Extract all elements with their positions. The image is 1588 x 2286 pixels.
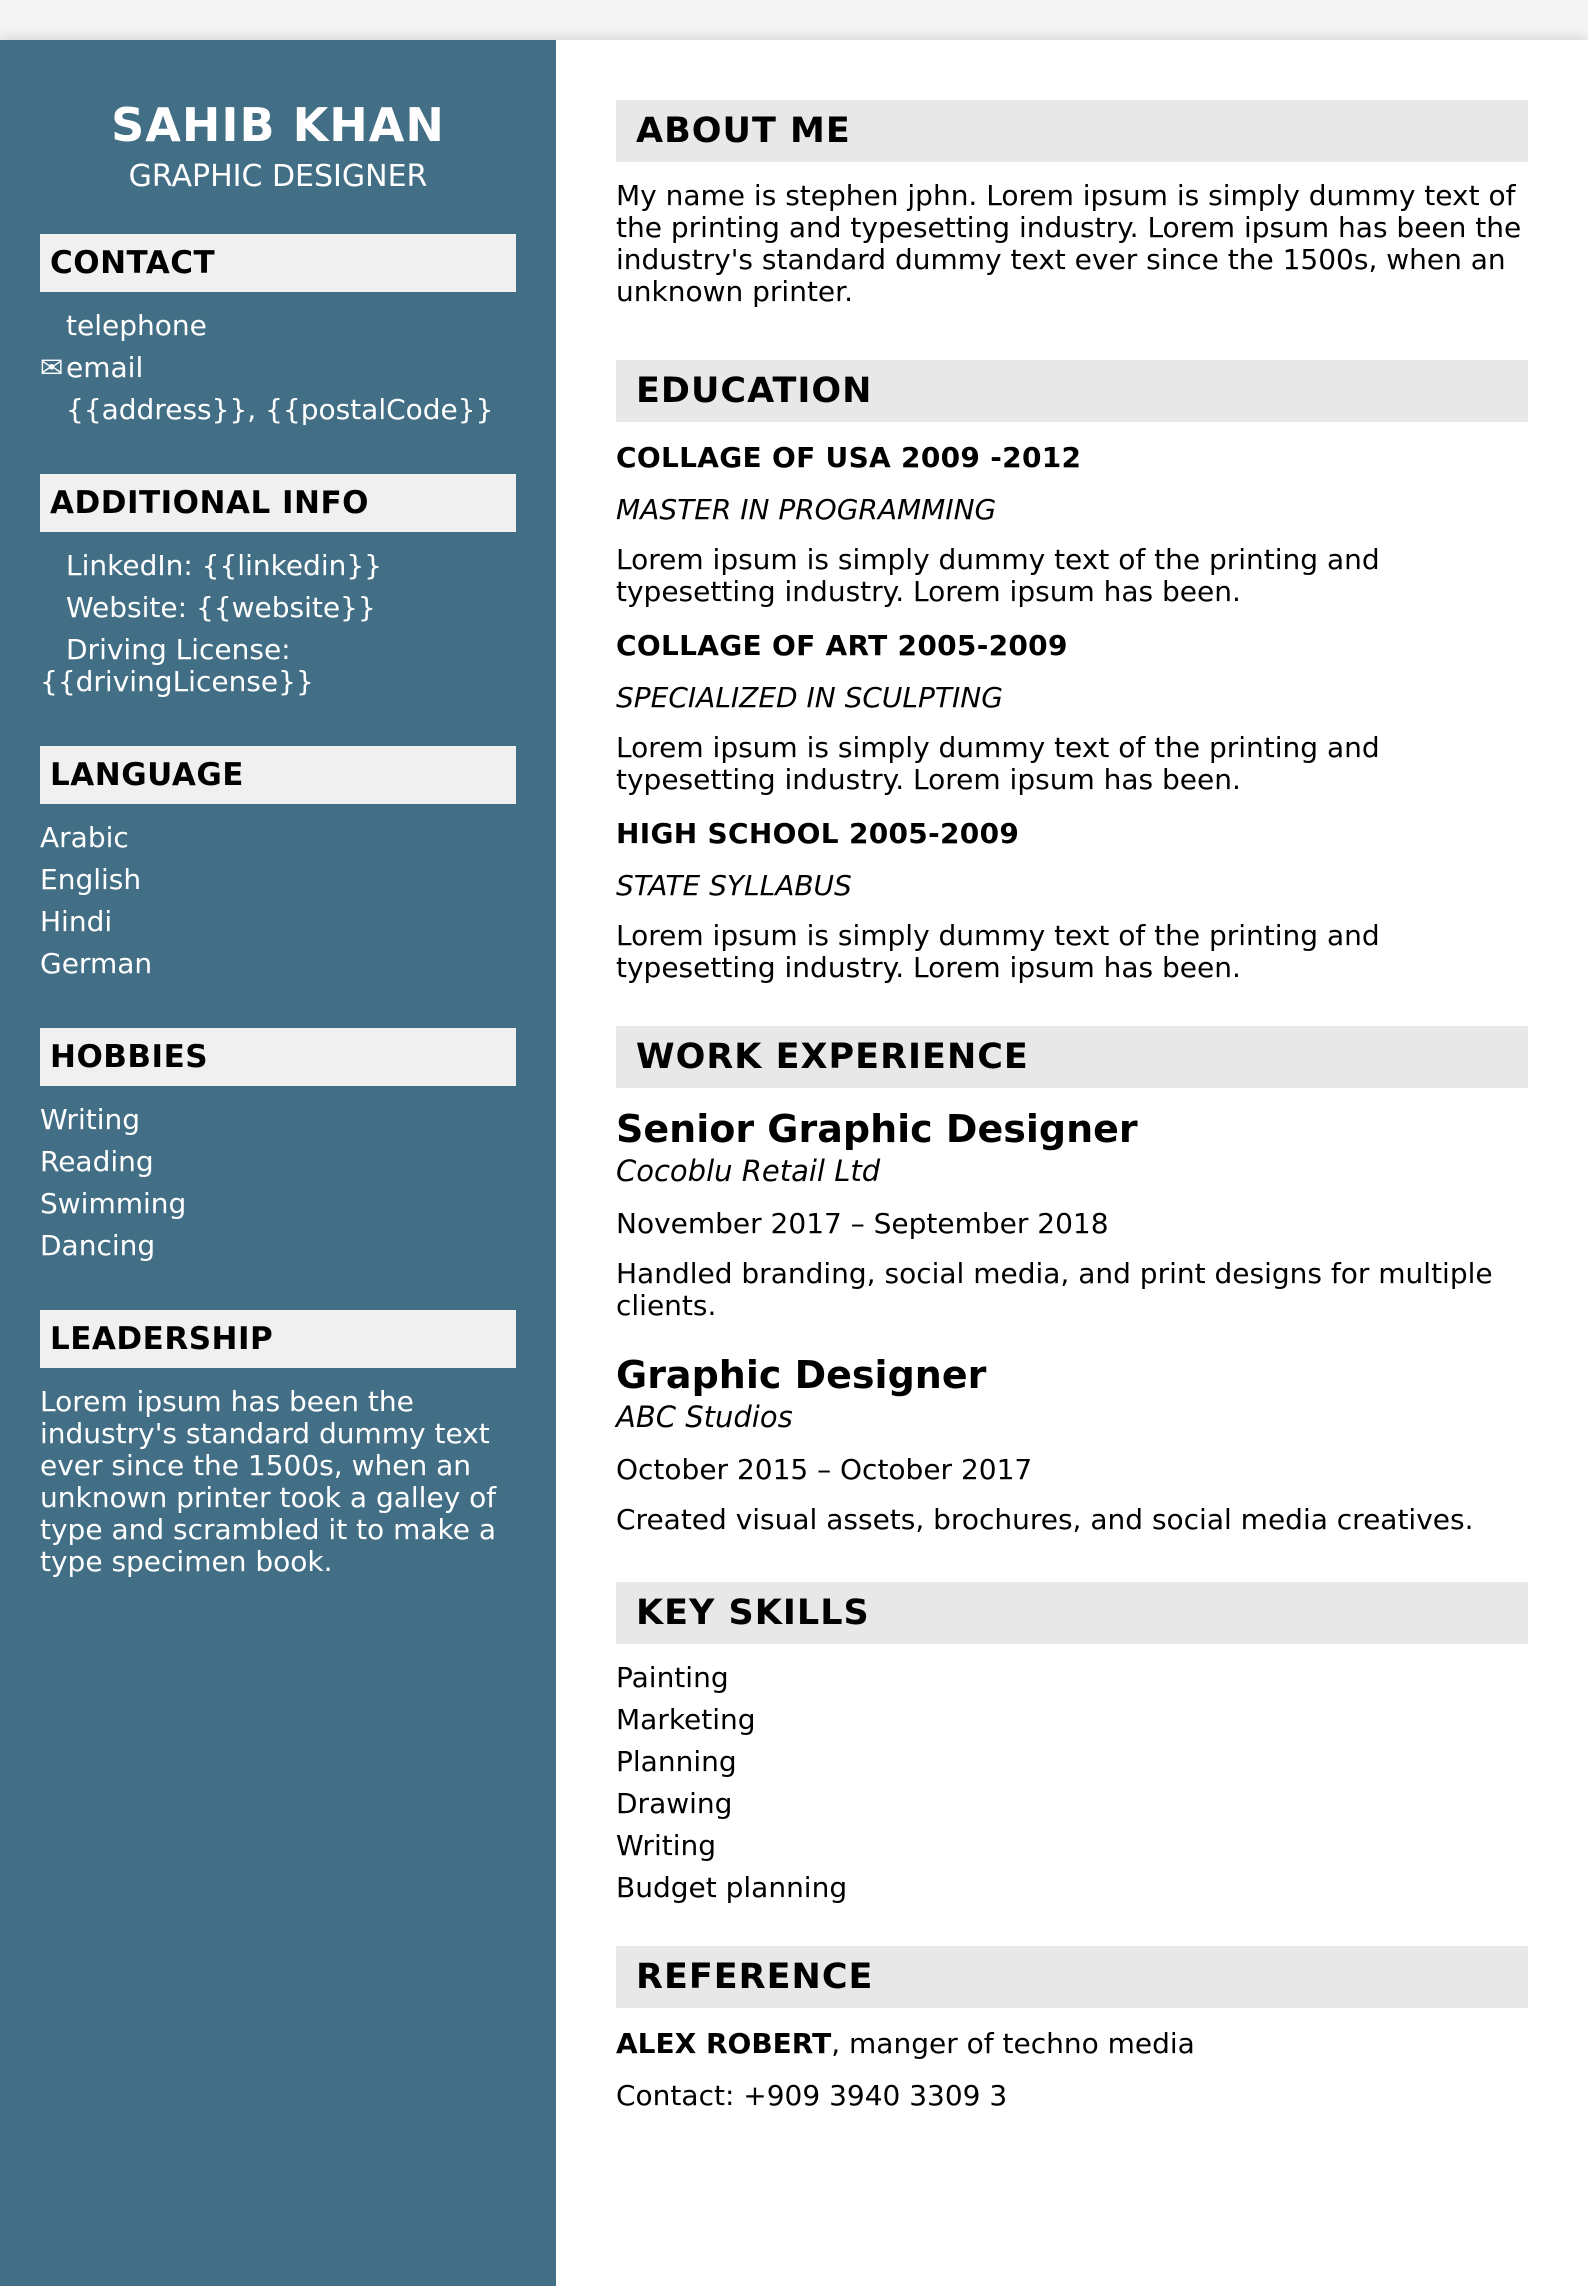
contact-phone: telephone [40,308,516,342]
list-item: Hindi [40,904,113,938]
list-item: Reading [40,1144,154,1178]
about-heading: ABOUT ME [616,100,1528,162]
education-description: Lorem ipsum is simply dummy text of the … [616,919,1380,984]
education-entry: HIGH SCHOOL 2005-2009 STATE SYLLABUS Lor… [616,816,1528,984]
language-list: Arabic English Hindi German [40,820,516,980]
additional-info-heading: ADDITIONAL INFO [40,473,516,532]
reference-heading: REFERENCE [616,1946,1528,2008]
linkedin-text: LinkedIn: {{linkedin}} [66,548,382,582]
sidebar: SAHIB KHAN GRAPHIC DESIGNER CONTACT tele… [0,40,556,2286]
education-title: COLLAGE OF ART 2005-2009 [616,629,1068,662]
additional-website: Website: {{website}} [40,590,516,624]
job-company: Cocoblu Retail Ltd [616,1154,881,1188]
language-heading: LANGUAGE [40,745,516,804]
education-description: Lorem ipsum is simply dummy text of the … [616,543,1380,608]
reference-person: ALEX ROBERT, manger of techno media [616,2026,1528,2062]
education-subtitle: SPECIALIZED IN SCULPTING [616,681,1003,714]
additional-linkedin: LinkedIn: {{linkedin}} [40,548,516,582]
job-company: ABC Studios [616,1400,793,1434]
website-text: Website: {{website}} [66,590,376,624]
additional-driving-license: Driving License: {{drivingLicense}} [40,632,516,698]
list-item: Dancing [40,1228,156,1262]
education-subtitle: MASTER IN PROGRAMMING [616,493,997,526]
reference-contact: Contact: +909 3940 3309 3 [616,2079,1008,2112]
resume-page: SAHIB KHAN GRAPHIC DESIGNER CONTACT tele… [0,40,1588,2286]
key-skills-heading: KEY SKILLS [616,1582,1528,1644]
leadership-text: Lorem ipsum has been the industry's stan… [40,1384,497,1578]
skills-list: Painting Marketing Planning Drawing Writ… [616,1662,1528,1904]
contact-email-text: email [66,350,144,384]
list-item: Writing [40,1102,140,1136]
list-item: Budget planning [616,1871,848,1904]
list-item: English [40,862,142,896]
hobbies-list: Writing Reading Swimming Dancing [40,1102,516,1262]
additional-info-list: LinkedIn: {{linkedin}} Website: {{websit… [40,548,516,698]
list-item: Arabic [40,820,129,854]
contact-phone-text: telephone [66,308,207,342]
contact-address-text: {{address}}, {{postalCode}} [66,392,494,426]
education-subtitle: STATE SYLLABUS [616,869,852,902]
list-item: Planning [616,1745,737,1778]
education-entry: COLLAGE OF ART 2005-2009 SPECIALIZED IN … [616,628,1528,796]
candidate-role: GRAPHIC DESIGNER [128,158,428,194]
job-entry: Graphic Designer ABC Studios October 201… [616,1352,1528,1536]
job-title: Graphic Designer [616,1353,987,1397]
job-description: Created visual assets, brochures, and so… [616,1503,1474,1536]
list-item: Swimming [40,1186,187,1220]
list-item: German [40,946,153,980]
job-dates: October 2015 – October 2017 [616,1453,1033,1486]
list-item: Marketing [616,1703,756,1736]
contact-list: telephone ✉email {{address}}, {{postalCo… [40,308,516,426]
email-icon: ✉ [40,350,64,384]
reference-position: , manger of techno media [831,2027,1195,2060]
leadership-heading: LEADERSHIP [40,1309,516,1368]
list-item: Drawing [616,1787,733,1820]
hobbies-heading: HOBBIES [40,1027,516,1086]
about-text: My name is stephen jphn. Lorem ipsum is … [616,179,1522,308]
list-item: Writing [616,1829,716,1862]
work-experience-heading: WORK EXPERIENCE [616,1026,1528,1088]
main-content: ABOUT ME My name is stephen jphn. Lorem … [556,40,1588,2286]
reference-name: ALEX ROBERT [616,2027,832,2060]
education-title: COLLAGE OF USA 2009 -2012 [616,441,1082,474]
job-dates: November 2017 – September 2018 [616,1207,1109,1240]
contact-address: {{address}}, {{postalCode}} [40,392,516,426]
contact-heading: CONTACT [40,233,516,292]
job-entry: Senior Graphic Designer Cocoblu Retail L… [616,1106,1528,1322]
education-title: HIGH SCHOOL 2005-2009 [616,817,1020,850]
driving-license-text: Driving License: {{drivingLicense}} [40,632,314,698]
candidate-name: SAHIB KHAN [111,98,445,152]
education-description: Lorem ipsum is simply dummy text of the … [616,731,1380,796]
job-description: Handled branding, social media, and prin… [616,1257,1493,1322]
job-title: Senior Graphic Designer [616,1107,1138,1151]
education-entry: COLLAGE OF USA 2009 -2012 MASTER IN PROG… [616,440,1528,608]
education-heading: EDUCATION [616,360,1528,422]
contact-email: ✉email [40,350,516,384]
list-item: Painting [616,1661,729,1694]
